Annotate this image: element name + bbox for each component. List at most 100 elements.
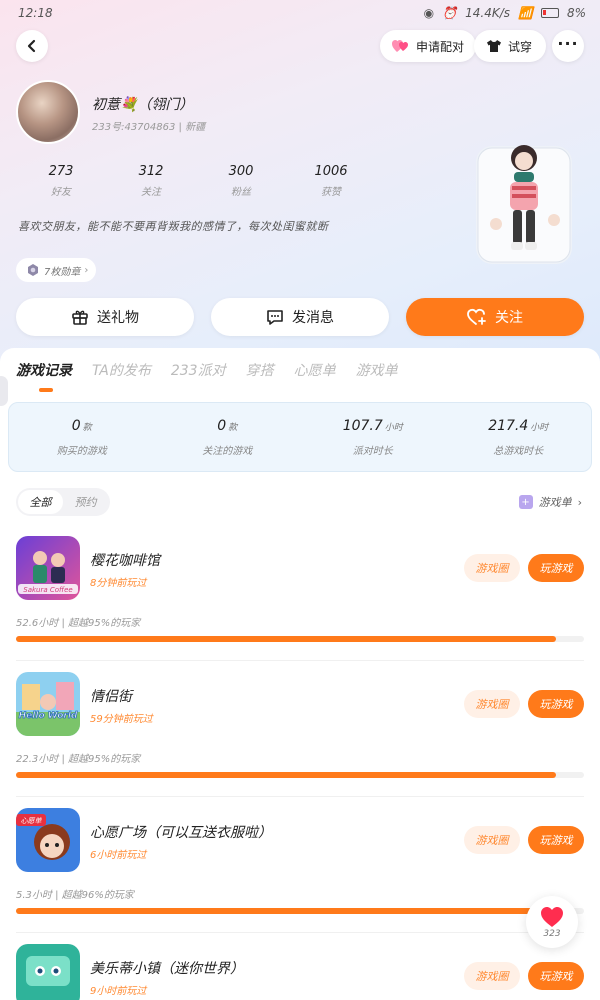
heart-plus-icon <box>467 308 486 325</box>
game-list-icon: + <box>518 495 533 509</box>
tab-posts[interactable]: TA的发布 <box>92 360 151 380</box>
tab-active-indicator <box>39 388 53 392</box>
send-message-button[interactable]: 发消息 <box>211 298 389 336</box>
game-name: 情侣街 <box>90 689 132 705</box>
network-speed: 14.4K/s <box>465 6 510 20</box>
game-name: 美乐蒂小镇（迷你世界） <box>90 961 244 977</box>
game-circle-button[interactable]: 游戏圈 <box>464 962 520 990</box>
game-item[interactable]: 美乐蒂小镇（迷你世界） 9小时前玩过 游戏圈 玩游戏 <box>0 944 600 1000</box>
double-heart-icon <box>392 40 408 52</box>
chevron-right-icon: › <box>84 264 89 276</box>
badges-label: 7枚勋章 <box>44 266 81 278</box>
game-last-played: 6小时前玩过 <box>90 850 147 861</box>
game-last-played: 59分钟前玩过 <box>90 714 153 725</box>
profile-tabs: 游戏记录 TA的发布 233派对 穿搭 心愿单 游戏单 <box>16 360 398 380</box>
status-time: 12:18 <box>18 6 53 20</box>
badges-button[interactable]: 7枚勋章 › <box>16 258 97 282</box>
send-message-label: 发消息 <box>292 310 334 326</box>
game-name: 心愿广场（可以互送衣服啦） <box>90 825 272 841</box>
play-game-button[interactable]: 玩游戏 <box>528 690 584 718</box>
status-bar: 12:18 ◉ ⏰ 14.4K/s 📶 8% <box>0 0 600 26</box>
send-gift-button[interactable]: 送礼物 <box>16 298 194 336</box>
game-progress-track <box>16 908 584 914</box>
send-gift-label: 送礼物 <box>97 310 139 326</box>
game-icon-couple-street: Hello World <box>16 672 80 736</box>
back-arrow-icon <box>27 39 36 53</box>
follow-button[interactable]: 关注 <box>406 298 584 336</box>
game-play-hours: 52.6小时 | 超越95%的玩家 <box>16 618 141 629</box>
stat-following[interactable]: 312 关注 <box>106 164 196 198</box>
game-summary-card: 0款 购买的游戏 0款 关注的游戏 107.7 小时 派对时长 217.4 小时 总… <box>8 402 592 472</box>
game-progress-fill <box>16 908 562 914</box>
avatar-character-figure[interactable] <box>474 128 574 268</box>
stat-friends[interactable]: 273 好友 <box>16 164 106 198</box>
svg-text:心愿单: 心愿单 <box>21 817 43 825</box>
user-id-location: 233号:43704863 | 新疆 <box>92 122 206 133</box>
follow-label: 关注 <box>495 310 523 326</box>
game-circle-button[interactable]: 游戏圈 <box>464 554 520 582</box>
game-icon-wish-plaza: 心愿单 <box>16 808 80 872</box>
divider <box>16 932 584 933</box>
try-on-button[interactable]: 试穿 <box>474 30 547 62</box>
filter-all[interactable]: 全部 <box>18 490 63 514</box>
game-list-label: 游戏单 <box>538 496 572 509</box>
game-name: 樱花咖啡馆 <box>90 553 160 569</box>
game-icon-sakura-cafe: Sakura Coffee <box>16 536 80 600</box>
game-progress-fill <box>16 772 556 778</box>
game-play-hours: 22.3小时 | 超越95%的玩家 <box>16 754 141 765</box>
game-icon-melody-town <box>16 944 80 1000</box>
heart-icon <box>541 906 563 927</box>
battery-icon <box>540 8 559 18</box>
tab-233-party[interactable]: 233派对 <box>171 360 226 380</box>
floating-like-button[interactable]: 323 <box>526 896 578 948</box>
nickname: 初薏💐（翎门） <box>92 97 194 113</box>
profile-stats: 273 好友 312 关注 300 粉丝 1006 获赞 <box>16 164 376 198</box>
game-progress-track <box>16 772 584 778</box>
play-game-button[interactable]: 玩游戏 <box>528 554 584 582</box>
game-last-played: 8分钟前玩过 <box>90 578 147 589</box>
divider <box>16 660 584 661</box>
side-drawer-handle[interactable] <box>0 376 8 406</box>
battery-level: 8% <box>566 6 586 20</box>
play-game-button[interactable]: 玩游戏 <box>528 826 584 854</box>
tab-wishlist[interactable]: 心愿单 <box>294 360 336 380</box>
tshirt-icon <box>487 40 501 52</box>
game-circle-button[interactable]: 游戏圈 <box>464 826 520 854</box>
game-circle-button[interactable]: 游戏圈 <box>464 690 520 718</box>
match-request-button[interactable]: 申请配对 <box>380 30 477 62</box>
tab-game-lists[interactable]: 游戏单 <box>356 360 398 380</box>
gift-icon <box>72 310 88 325</box>
tab-outfits[interactable]: 穿搭 <box>246 360 274 380</box>
avatar[interactable] <box>16 80 80 144</box>
stat-fans[interactable]: 300 粉丝 <box>196 164 286 198</box>
match-request-label: 申请配对 <box>416 39 465 54</box>
play-game-button[interactable]: 玩游戏 <box>528 962 584 990</box>
game-item[interactable]: Sakura Coffee 樱花咖啡馆 8分钟前玩过 游戏圈 玩游戏 52.6小… <box>0 536 600 672</box>
eye-icon: ◉ <box>423 6 435 20</box>
summary-party-time: 107.7 小时 派对时长 <box>342 417 403 457</box>
game-progress-fill <box>16 636 556 642</box>
svg-text:Sakura Coffee: Sakura Coffee <box>23 586 72 594</box>
bio-text: 喜欢交朋友，能不能不要再背叛我的感情了，每次处闺蜜就断 <box>18 220 329 233</box>
stat-likes[interactable]: 1006 获赞 <box>286 164 376 198</box>
game-progress-track <box>16 636 584 642</box>
chevron-right-icon: › <box>577 495 582 509</box>
medal-icon <box>28 264 38 276</box>
try-on-label: 试穿 <box>508 39 533 54</box>
filter-reserve[interactable]: 预约 <box>63 490 108 514</box>
tab-game-records[interactable]: 游戏记录 <box>16 360 72 380</box>
game-list-link[interactable]: + 游戏单 › <box>518 494 582 510</box>
chat-bubble-icon <box>267 310 283 325</box>
game-item[interactable]: Hello World 情侣街 59分钟前玩过 游戏圈 玩游戏 22.3小时 |… <box>0 672 600 808</box>
wifi-icon: 📶 <box>518 6 533 20</box>
game-play-hours: 5.3小时 | 超越96%的玩家 <box>16 890 134 901</box>
game-filter-toggle: 全部 预约 <box>16 488 110 516</box>
more-button[interactable]: ··· <box>552 30 584 62</box>
game-last-played: 9小时前玩过 <box>90 986 147 997</box>
divider <box>16 796 584 797</box>
summary-total-time: 217.4 小时 总游戏时长 <box>488 417 549 457</box>
svg-text:Hello World: Hello World <box>19 711 78 721</box>
back-button[interactable] <box>16 30 48 62</box>
like-count: 323 <box>543 928 561 939</box>
game-item[interactable]: 心愿单 心愿广场（可以互送衣服啦） 6小时前玩过 游戏圈 玩游戏 5.3小时 |… <box>0 808 600 944</box>
